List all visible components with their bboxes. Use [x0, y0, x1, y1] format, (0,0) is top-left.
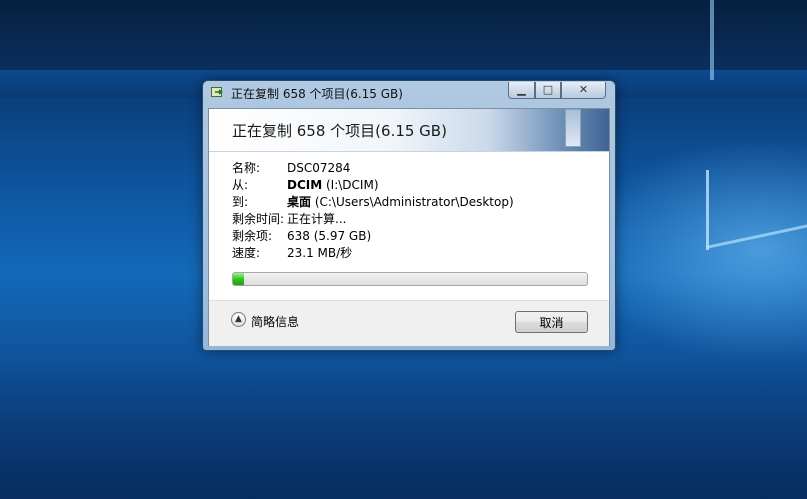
dialog-header: 正在复制 658 个项目(6.15 GB)	[209, 109, 609, 152]
detail-label: 从:	[232, 178, 249, 192]
maximize-icon: □	[542, 83, 554, 96]
copy-details: 名称: DSC07284 从: DCIM (I:\DCIM) 到: 桌面 (C:\Us…	[232, 160, 514, 262]
close-button[interactable]: ✕	[561, 82, 606, 99]
file-name-value: DSC07284	[287, 161, 351, 175]
copy-progress-dialog: 正在复制 658 个项目(6.15 GB) ▁ □ ✕ 正在复制 658 个项目…	[202, 80, 616, 351]
minimize-icon: ▁	[517, 83, 526, 96]
detail-row-to: 到: 桌面 (C:\Users\Administrator\Desktop)	[232, 194, 514, 211]
detail-label: 剩余项:	[232, 229, 273, 243]
detail-row-name: 名称: DSC07284	[232, 160, 514, 177]
dialog-content: 正在复制 658 个项目(6.15 GB) 名称: DSC07284 从: DCIM…	[208, 108, 610, 346]
dialog-footer: ▲ 简略信息 取消	[209, 300, 609, 346]
header-title: 正在复制 658 个项目(6.15 GB)	[232, 122, 447, 140]
light-beam	[706, 170, 709, 250]
light-beam	[710, 0, 714, 80]
cancel-button[interactable]: 取消	[515, 311, 588, 333]
time-remaining-value: 正在计算...	[287, 212, 347, 226]
maximize-button[interactable]: □	[535, 82, 561, 99]
destination-path: (C:\Users\Administrator\Desktop)	[311, 195, 514, 209]
detail-label: 名称:	[232, 161, 261, 175]
window-title: 正在复制 658 个项目(6.15 GB)	[231, 87, 403, 101]
detail-label: 到:	[232, 195, 249, 209]
light-beam	[706, 224, 807, 249]
speed-value: 23.1 MB/秒	[287, 246, 353, 260]
copy-icon	[211, 87, 223, 97]
source-path: (I:\DCIM)	[322, 178, 379, 192]
minimize-button[interactable]: ▁	[508, 82, 535, 99]
destination-folder-link[interactable]: 桌面	[287, 195, 311, 209]
detail-label: 速度:	[232, 246, 261, 260]
copy-progress-bar	[232, 272, 588, 286]
fewer-details-toggle[interactable]: 简略信息	[251, 313, 299, 330]
items-remaining-value: 638 (5.97 GB)	[287, 229, 372, 243]
detail-row-time: 剩余时间: 正在计算...	[232, 211, 514, 228]
close-icon: ✕	[578, 83, 589, 96]
progress-fill	[233, 273, 244, 285]
desktop-glass	[0, 360, 807, 499]
header-decoration	[565, 109, 581, 147]
title-bar[interactable]: 正在复制 658 个项目(6.15 GB) ▁ □ ✕	[203, 81, 615, 103]
detail-row-from: 从: DCIM (I:\DCIM)	[232, 177, 514, 194]
detail-row-items: 剩余项: 638 (5.97 GB)	[232, 228, 514, 245]
detail-row-speed: 速度: 23.1 MB/秒	[232, 245, 514, 262]
detail-label: 剩余时间:	[232, 212, 285, 226]
desktop-band	[0, 0, 807, 70]
source-folder-link[interactable]: DCIM	[287, 178, 322, 192]
chevron-up-icon[interactable]: ▲	[231, 312, 246, 327]
